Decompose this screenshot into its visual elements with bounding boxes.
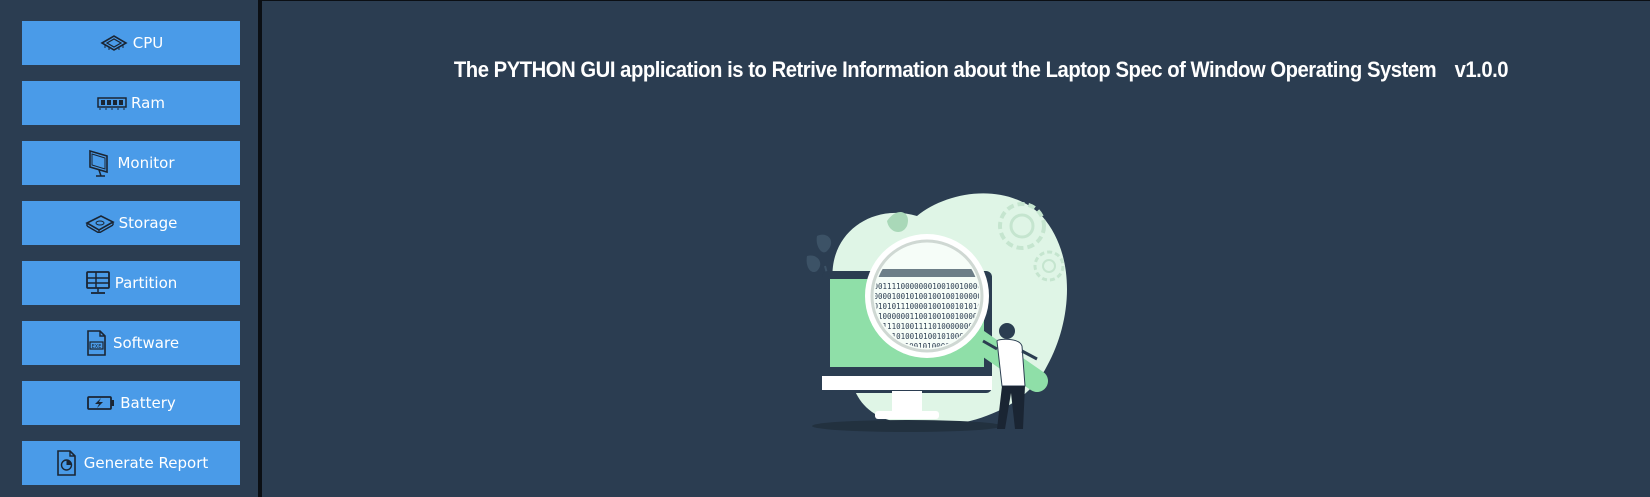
- partition-icon: [85, 270, 111, 296]
- cpu-icon: [99, 32, 129, 54]
- battery-icon: [86, 394, 116, 412]
- report-icon: [54, 449, 80, 477]
- page-title: The PYTHON GUI application is to Retrive…: [320, 57, 1643, 83]
- cpu-button-label: CPU: [132, 34, 164, 52]
- software-button-label: Software: [112, 334, 180, 352]
- monitor-icon: [87, 148, 113, 178]
- search-data-illustration: 10011110000000100100100000111 0000010010…: [806, 193, 1067, 432]
- monitor-button-label: Monitor: [117, 154, 175, 172]
- storage-button[interactable]: Storage: [22, 201, 240, 245]
- ram-button[interactable]: Ram: [22, 81, 240, 125]
- storage-button-label: Storage: [118, 214, 178, 232]
- generate-report-button-label: Generate Report: [83, 454, 209, 472]
- software-button[interactable]: EXE Software: [22, 321, 240, 365]
- partition-button[interactable]: Partition: [22, 261, 240, 305]
- storage-icon: [84, 213, 115, 233]
- battery-button[interactable]: Battery: [22, 381, 240, 425]
- cpu-button[interactable]: CPU: [22, 21, 240, 65]
- battery-button-label: Battery: [120, 394, 176, 412]
- generate-report-button[interactable]: Generate Report: [22, 441, 240, 485]
- version-label: v1.0.0: [1454, 57, 1509, 82]
- app-window: CPU Ram Monitor Storage Partition EXE So…: [0, 0, 1650, 497]
- software-icon: EXE: [83, 329, 109, 357]
- main-panel: The PYTHON GUI application is to Retrive…: [262, 0, 1650, 497]
- monitor-button[interactable]: Monitor: [22, 141, 240, 185]
- ram-icon: [97, 95, 127, 111]
- ram-button-label: Ram: [131, 94, 165, 112]
- partition-button-label: Partition: [114, 274, 178, 292]
- svg-text:EXE: EXE: [92, 344, 102, 350]
- sidebar: CPU Ram Monitor Storage Partition EXE So…: [0, 0, 258, 497]
- title-text: The PYTHON GUI application is to Retrive…: [453, 57, 1437, 82]
